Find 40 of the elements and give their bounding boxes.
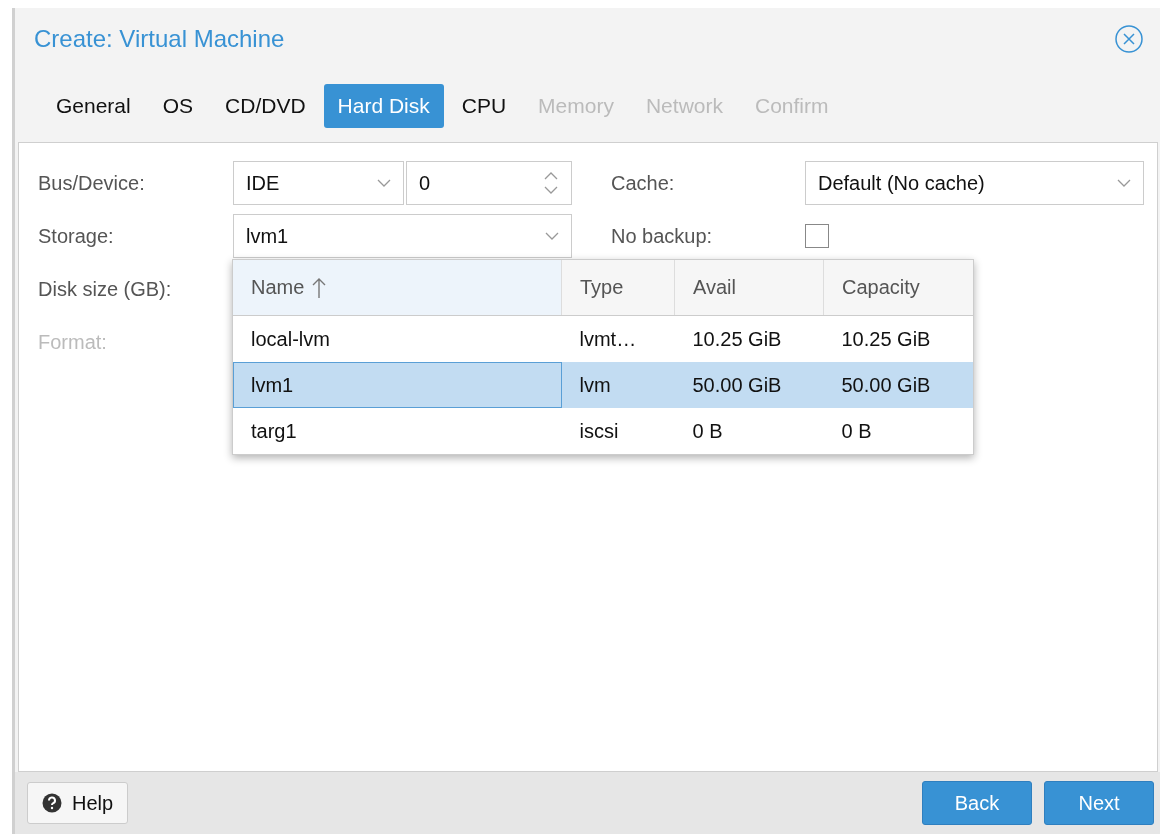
table-cell[interactable]: 10.25 GiB xyxy=(823,315,973,362)
field-label: Storage: xyxy=(38,224,115,248)
checkbox[interactable] xyxy=(805,224,829,248)
field-label: Disk size (GB): xyxy=(38,277,173,301)
column-header[interactable]: Type xyxy=(561,260,675,316)
field-label: Cache: xyxy=(611,171,676,195)
tab[interactable]: General xyxy=(42,84,145,128)
table-cell[interactable]: targ1 xyxy=(233,408,562,454)
field-label: Bus/Device: xyxy=(38,171,146,195)
caret-icon xyxy=(545,231,559,241)
caret-icon xyxy=(377,178,391,188)
tab[interactable]: OS xyxy=(148,84,208,128)
column-header[interactable]: Name xyxy=(233,260,562,316)
table-cell[interactable]: 50.00 GiB xyxy=(674,362,824,408)
cache-select[interactable]: Default (No cache) xyxy=(805,161,1144,205)
table-cell[interactable]: 0 B xyxy=(674,408,824,454)
column-header[interactable]: Capacity xyxy=(823,260,973,316)
table-cell[interactable]: 10.25 GiB xyxy=(674,315,824,362)
spinner-icon xyxy=(543,170,559,196)
close-icon[interactable] xyxy=(1114,24,1144,54)
caret-icon xyxy=(1117,178,1131,188)
device-spinner[interactable]: 0 xyxy=(406,161,572,205)
sort-arrow-icon xyxy=(312,276,327,299)
field-label: No backup: xyxy=(611,224,714,248)
help-icon xyxy=(42,793,62,813)
table-cell[interactable]: local-lvm xyxy=(233,315,562,362)
tab[interactable]: CD/DVD xyxy=(211,84,320,128)
table-cell[interactable]: iscsi xyxy=(561,408,675,454)
table-cell[interactable]: 0 B xyxy=(823,408,973,454)
table-cell[interactable]: lvm xyxy=(561,362,675,408)
window-title: Create: Virtual Machine xyxy=(34,25,285,53)
tab[interactable]: CPU xyxy=(447,84,521,128)
table-cell[interactable]: 50.00 GiB xyxy=(823,362,973,408)
table-cell[interactable]: lvm1 xyxy=(233,362,562,408)
table-cell[interactable]: lvmt… xyxy=(561,315,675,362)
field-label: Format: xyxy=(38,330,108,354)
help-button[interactable]: Help xyxy=(27,782,129,824)
storage-select[interactable]: lvm1 xyxy=(233,214,572,258)
bus-select[interactable]: IDE xyxy=(233,161,404,205)
column-header[interactable]: Avail xyxy=(674,260,824,316)
